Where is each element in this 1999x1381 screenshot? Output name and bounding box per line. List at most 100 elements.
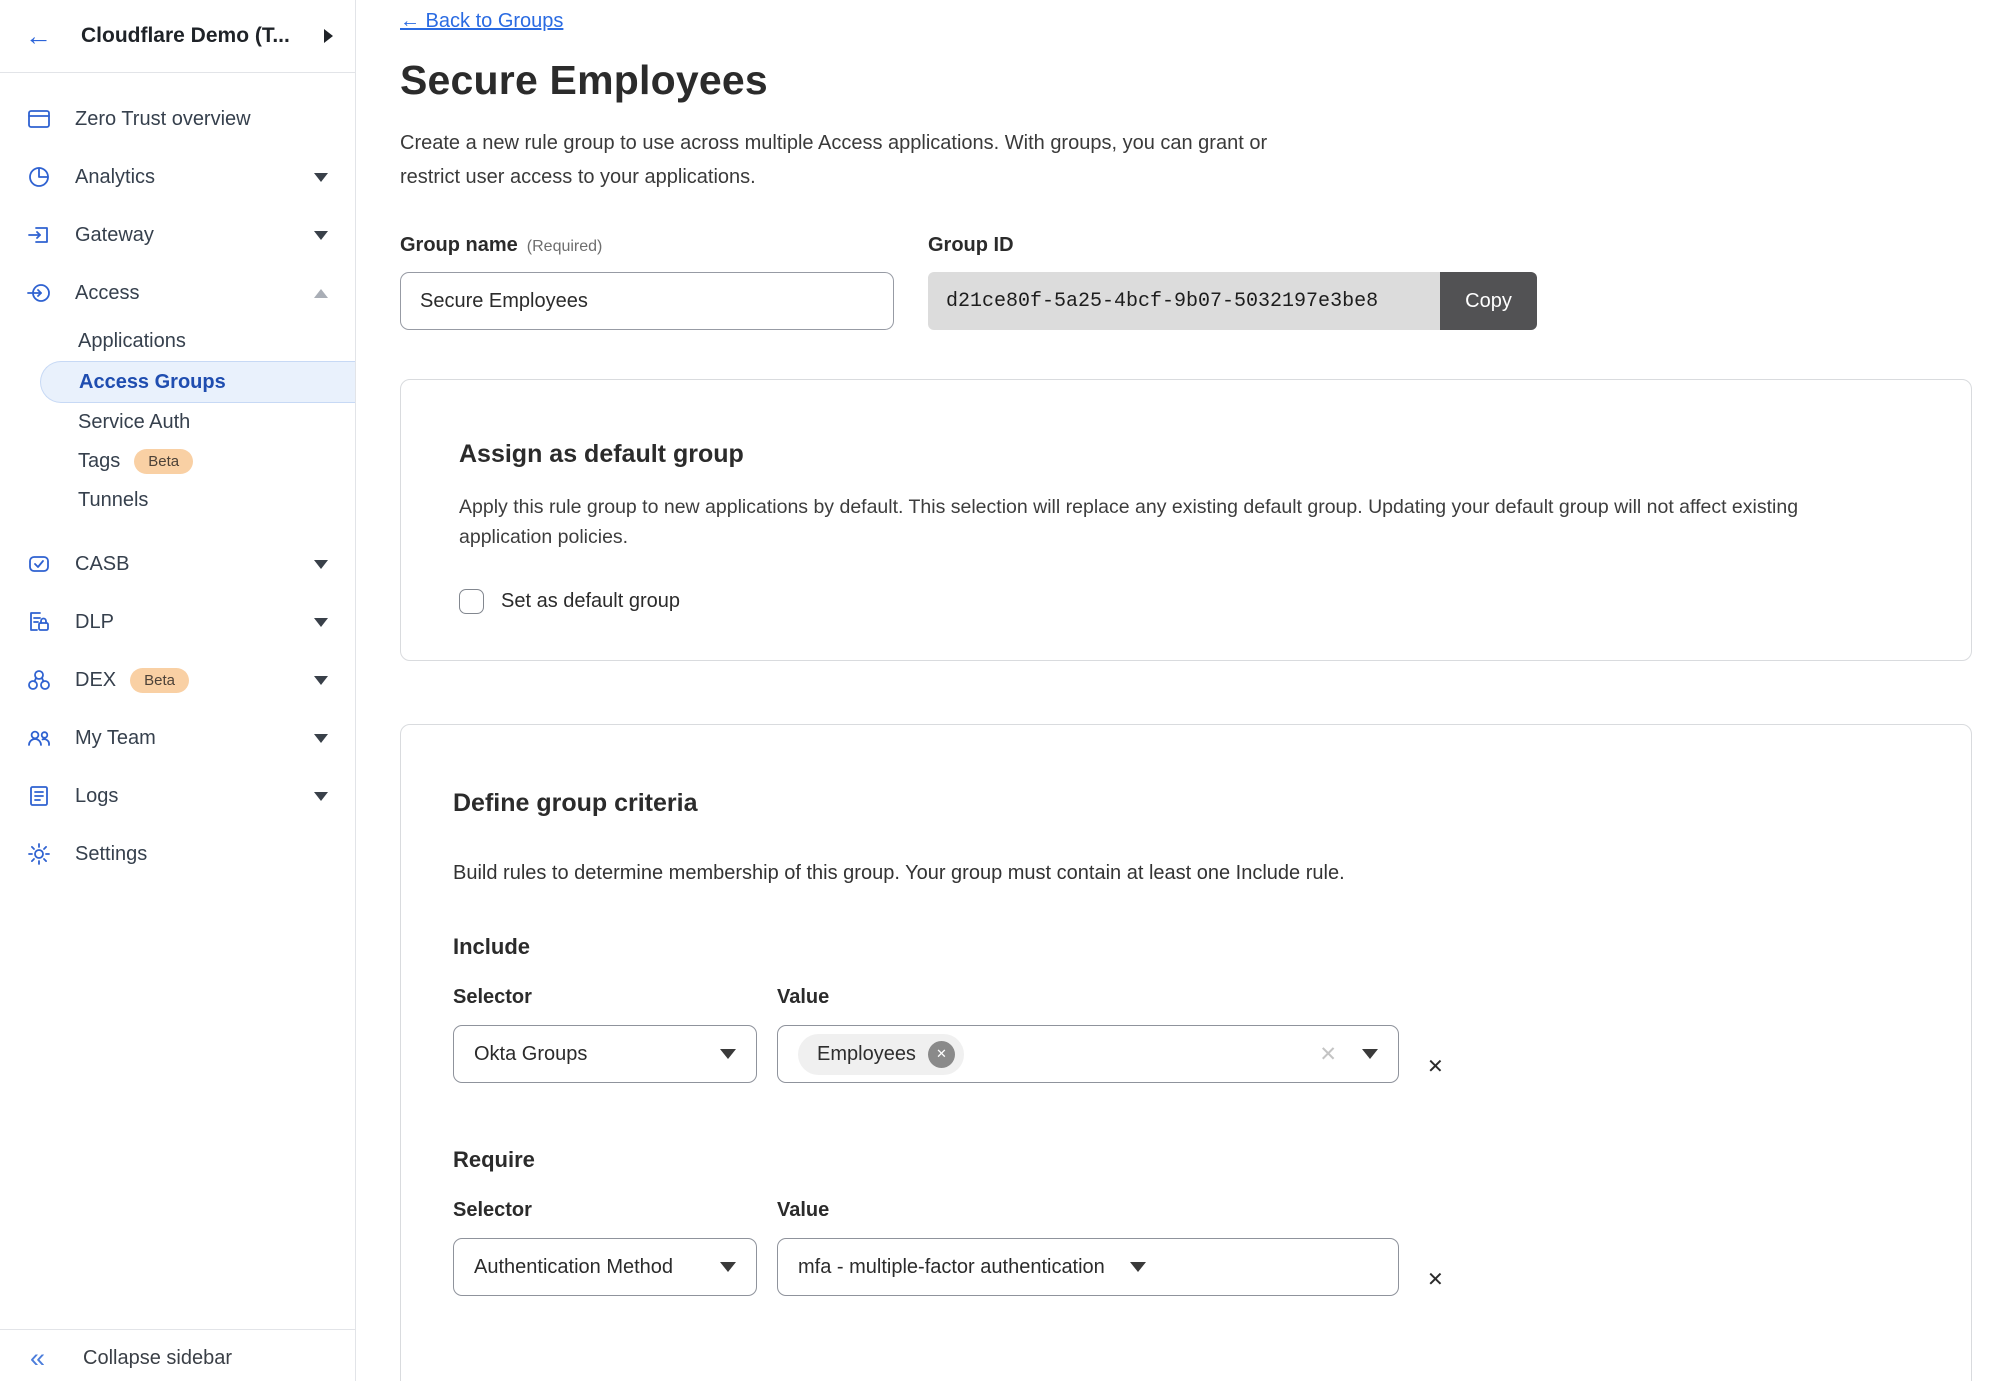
chevron-down-icon bbox=[1130, 1262, 1146, 1272]
sidebar-item-label: Zero Trust overview bbox=[75, 108, 251, 131]
sidebar-item-dlp[interactable]: DLP bbox=[0, 593, 355, 651]
value-column-label: Value bbox=[777, 986, 829, 1009]
collapse-sidebar-button[interactable]: « Collapse sidebar bbox=[0, 1329, 355, 1381]
sidebar-item-dex[interactable]: DEX Beta bbox=[0, 651, 355, 709]
chevron-down-icon[interactable] bbox=[314, 734, 328, 743]
define-group-criteria-card: Define group criteria Build rules to det… bbox=[400, 724, 1972, 1381]
require-selector-dropdown[interactable]: Authentication Method bbox=[453, 1238, 757, 1296]
set-default-group-checkbox[interactable] bbox=[459, 589, 484, 614]
copy-button[interactable]: Copy bbox=[1440, 272, 1537, 330]
collapse-chevrons-icon: « bbox=[30, 1345, 45, 1372]
gateway-icon bbox=[25, 222, 52, 249]
set-default-group-row[interactable]: Set as default group bbox=[459, 589, 1913, 614]
chevron-down-icon bbox=[720, 1262, 736, 1272]
chevron-down-icon[interactable] bbox=[314, 231, 328, 240]
sidebar-item-gateway[interactable]: Gateway bbox=[0, 206, 355, 264]
group-name-id-row: Group name (Required) Group ID d21ce80f-… bbox=[400, 234, 1999, 330]
analytics-pie-icon bbox=[25, 164, 52, 191]
sidebar-item-label: DEX bbox=[75, 669, 116, 692]
sidebar-item-applications[interactable]: Applications bbox=[0, 322, 355, 361]
include-selector-value: Okta Groups bbox=[474, 1043, 587, 1066]
require-selector-value: Authentication Method bbox=[474, 1256, 673, 1279]
sidebar-item-label: Applications bbox=[78, 330, 186, 353]
value-chip-label: Employees bbox=[817, 1043, 916, 1066]
sidebar-item-service-auth[interactable]: Service Auth bbox=[0, 403, 355, 442]
sidebar-item-label: My Team bbox=[75, 727, 156, 750]
group-name-label: Group name bbox=[400, 234, 518, 257]
value-chip: Employees ✕ bbox=[798, 1034, 964, 1075]
main-content: ← Back to Groups Secure Employees Create… bbox=[356, 0, 1999, 1381]
sidebar-item-casb[interactable]: CASB bbox=[0, 535, 355, 593]
sidebar-item-label: Settings bbox=[75, 843, 147, 866]
team-people-icon bbox=[25, 725, 52, 752]
set-default-group-label: Set as default group bbox=[501, 590, 680, 613]
assign-default-group-heading: Assign as default group bbox=[459, 440, 1913, 469]
criteria-description: Build rules to determine membership of t… bbox=[453, 862, 1919, 885]
group-name-field-group: Group name (Required) bbox=[400, 234, 894, 330]
account-title[interactable]: Cloudflare Demo (T... bbox=[81, 24, 316, 48]
define-group-criteria-heading: Define group criteria bbox=[453, 789, 1919, 818]
chevron-down-icon[interactable] bbox=[314, 676, 328, 685]
chevron-down-icon[interactable] bbox=[314, 792, 328, 801]
chevron-down-icon[interactable] bbox=[314, 618, 328, 627]
include-column-labels: Selector Value bbox=[453, 986, 1919, 1009]
required-hint: (Required) bbox=[527, 238, 603, 256]
sidebar-item-tags[interactable]: Tags Beta bbox=[0, 442, 355, 481]
require-section-heading: Require bbox=[453, 1147, 1919, 1173]
sidebar: ← Cloudflare Demo (T... Zero Trust overv… bbox=[0, 0, 356, 1381]
beta-badge: Beta bbox=[134, 449, 193, 474]
sidebar-item-label: Access bbox=[75, 282, 139, 305]
sidebar-item-label: Logs bbox=[75, 785, 118, 808]
access-login-icon bbox=[25, 280, 52, 307]
require-value-text: mfa - multiple-factor authentication bbox=[798, 1256, 1105, 1279]
include-value-combobox[interactable]: Employees ✕ ✕ bbox=[777, 1025, 1399, 1083]
chevron-up-icon[interactable] bbox=[314, 289, 328, 298]
sidebar-item-label: Analytics bbox=[75, 166, 155, 189]
chevron-down-icon[interactable] bbox=[314, 560, 328, 569]
chip-remove-icon[interactable]: ✕ bbox=[928, 1041, 955, 1068]
sidebar-item-tunnels[interactable]: Tunnels bbox=[0, 481, 355, 520]
group-id-value: d21ce80f-5a25-4bcf-9b07-5032197e3be8 bbox=[928, 272, 1440, 330]
back-arrow-icon[interactable]: ← bbox=[25, 23, 52, 50]
include-selector-dropdown[interactable]: Okta Groups bbox=[453, 1025, 757, 1083]
page-description: Create a new rule group to use across mu… bbox=[400, 126, 1320, 194]
dlp-doc-lock-icon bbox=[25, 609, 52, 636]
sidebar-item-label: Tunnels bbox=[78, 489, 148, 512]
page-title: Secure Employees bbox=[400, 57, 1999, 104]
group-id-field-group: Group ID d21ce80f-5a25-4bcf-9b07-5032197… bbox=[928, 234, 1537, 330]
sidebar-nav: Zero Trust overview Analytics Gateway bbox=[0, 73, 355, 1329]
require-rule-row: Authentication Method mfa - multiple-fac… bbox=[453, 1222, 1919, 1296]
sidebar-item-access[interactable]: Access bbox=[0, 264, 355, 322]
remove-include-rule-button[interactable]: ✕ bbox=[1427, 1054, 1444, 1079]
sidebar-item-label: Access Groups bbox=[79, 371, 226, 394]
sidebar-item-zero-trust-overview[interactable]: Zero Trust overview bbox=[0, 90, 355, 148]
sidebar-item-settings[interactable]: Settings bbox=[0, 825, 355, 883]
require-column-labels: Selector Value bbox=[453, 1199, 1919, 1222]
sidebar-item-my-team[interactable]: My Team bbox=[0, 709, 355, 767]
beta-badge: Beta bbox=[130, 668, 189, 693]
caret-right-icon[interactable] bbox=[324, 29, 333, 43]
sidebar-item-logs[interactable]: Logs bbox=[0, 767, 355, 825]
require-value-dropdown[interactable]: mfa - multiple-factor authentication bbox=[777, 1238, 1399, 1296]
include-section-heading: Include bbox=[453, 934, 1919, 960]
assign-default-group-card: Assign as default group Apply this rule … bbox=[400, 379, 1972, 661]
chevron-down-icon bbox=[720, 1049, 736, 1059]
dex-network-icon bbox=[25, 667, 52, 694]
casb-shield-check-icon bbox=[25, 551, 52, 578]
clear-values-icon[interactable]: ✕ bbox=[1319, 1042, 1337, 1067]
settings-gear-icon bbox=[25, 841, 52, 868]
logs-list-icon bbox=[25, 783, 52, 810]
selector-column-label: Selector bbox=[453, 1199, 757, 1222]
sidebar-item-access-groups[interactable]: Access Groups bbox=[40, 361, 355, 403]
group-name-input[interactable] bbox=[400, 272, 894, 330]
value-column-label: Value bbox=[777, 1199, 829, 1222]
remove-require-rule-button[interactable]: ✕ bbox=[1427, 1267, 1444, 1292]
sidebar-header: ← Cloudflare Demo (T... bbox=[0, 0, 355, 73]
sidebar-item-analytics[interactable]: Analytics bbox=[0, 148, 355, 206]
assign-default-group-description: Apply this rule group to new application… bbox=[459, 492, 1869, 552]
sidebar-item-label: Gateway bbox=[75, 224, 154, 247]
back-to-groups-link[interactable]: ← Back to Groups bbox=[400, 10, 563, 33]
app-window: ← Cloudflare Demo (T... Zero Trust overv… bbox=[0, 0, 1999, 1381]
chevron-down-icon[interactable] bbox=[314, 173, 328, 182]
include-rule-row: Okta Groups Employees ✕ ✕ ✕ bbox=[453, 1009, 1919, 1083]
